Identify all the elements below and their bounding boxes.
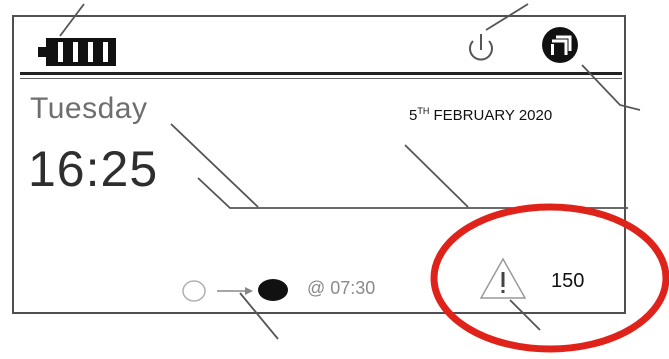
callout-line-date: [404, 144, 469, 208]
callout-line-warning: [509, 299, 541, 331]
callout-line-logo: [581, 64, 641, 111]
callout-line-power: [485, 3, 529, 31]
warning-highlight-ellipse: [430, 203, 669, 353]
callout-overlay: [59, 3, 669, 353]
callout-line-alarm: [239, 292, 279, 340]
callout-line-battery: [59, 3, 85, 37]
device-display-diagram: Tuesday 16:25 5TH FEBRUARY 2020 @ 07:30 …: [0, 0, 669, 359]
callout-line-time: [197, 177, 628, 209]
